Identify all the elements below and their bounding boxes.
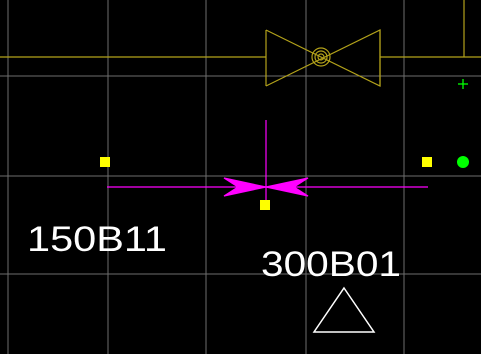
valve-body bbox=[265, 29, 381, 87]
grip-point-left[interactable] bbox=[100, 157, 110, 167]
pipe-tag-300b01[interactable]: 300B01 bbox=[261, 245, 401, 284]
snap-markers bbox=[457, 79, 469, 168]
cad-drawing-viewport[interactable]: 150B11 300B01 bbox=[0, 0, 481, 354]
magenta-pipe-run[interactable] bbox=[107, 120, 428, 200]
pipe-tag-150b11[interactable]: 150B11 bbox=[27, 220, 167, 259]
cad-drawing-canvas[interactable]: 150B11 300B01 bbox=[0, 0, 481, 354]
snap-endpoint-marker bbox=[457, 156, 469, 168]
grip-point-right[interactable] bbox=[422, 157, 432, 167]
upper-pipe-run[interactable] bbox=[0, 0, 481, 87]
triangle-marker-icon[interactable] bbox=[312, 286, 376, 333]
grip-point-center[interactable] bbox=[260, 200, 270, 210]
background-grid bbox=[0, 0, 481, 354]
snap-crosshair-icon bbox=[458, 79, 468, 89]
check-valve-icon[interactable] bbox=[265, 29, 381, 87]
